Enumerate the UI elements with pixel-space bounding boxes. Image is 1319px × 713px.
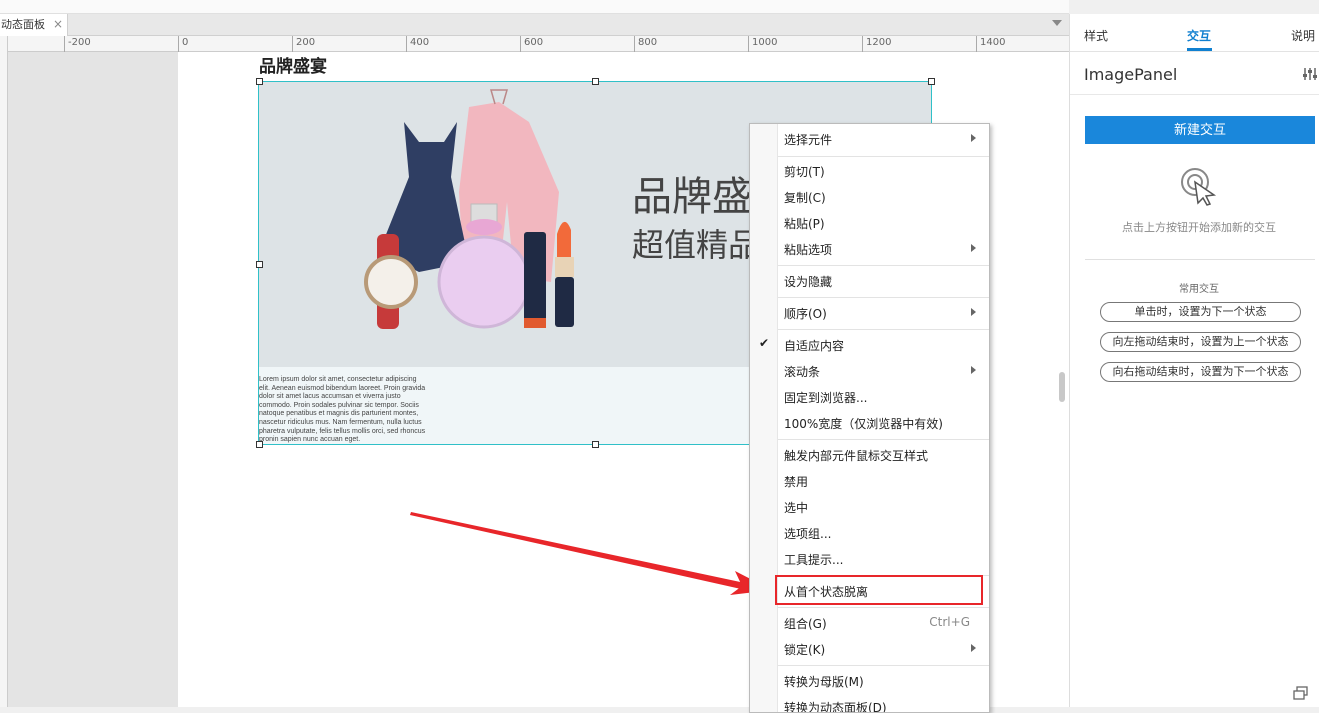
menu-item-select-widget[interactable]: 选择元件: [750, 125, 989, 151]
menu-item-full-width[interactable]: 100%宽度（仅浏览器中有效): [750, 409, 989, 435]
menu-item-order[interactable]: 顺序(O): [750, 299, 989, 325]
inspector-tabs: 样式 交互 说明: [1070, 14, 1319, 52]
menu-item-convert-dynamic-panel[interactable]: 转换为动态面板(D): [750, 693, 989, 712]
menu-item-convert-master[interactable]: 转换为母版(M): [750, 667, 989, 693]
widget-name[interactable]: ImagePanel: [1084, 65, 1177, 84]
submenu-arrow-icon: [971, 134, 976, 142]
submenu-arrow-icon: [971, 366, 976, 374]
tab-style[interactable]: 样式: [1084, 27, 1108, 44]
empty-hint-text: 点击上方按钮开始添加新的交互: [1122, 221, 1276, 234]
tap-gesture-icon: [1181, 168, 1217, 206]
menu-separator: [778, 439, 989, 440]
settings-sliders-icon[interactable]: [1303, 68, 1317, 80]
menu-item-pin-to-browser[interactable]: 固定到浏览器...: [750, 383, 989, 409]
menu-item-trigger-mouse-styles[interactable]: 触发内部元件鼠标交互样式: [750, 441, 989, 467]
common-interactions-label: 常用交互: [1179, 284, 1219, 295]
inspector-panel: 样式 交互 说明 ImagePanel 新建交互 点击上方按钮开始添加新的交互 …: [1069, 14, 1319, 707]
menu-separator: [778, 665, 989, 666]
common-interaction-swipe-right[interactable]: 向右拖动结束时，设置为下一个状态: [1100, 362, 1301, 382]
menu-item-fit-content[interactable]: ✔ 自适应内容: [750, 331, 989, 357]
panel-divider: [1085, 259, 1315, 260]
highlight-box: [775, 575, 983, 605]
context-menu: 选择元件 剪切(T) 复制(C) 粘贴(P) 粘贴选项 设为隐藏 顺序(O) ✔…: [749, 123, 990, 713]
active-tab-indicator: [1187, 48, 1212, 51]
panel-divider: [1070, 94, 1319, 95]
common-interaction-click[interactable]: 单击时，设置为下一个状态: [1100, 302, 1301, 322]
menu-item-copy[interactable]: 复制(C): [750, 183, 989, 209]
menu-item-cut[interactable]: 剪切(T): [750, 157, 989, 183]
menu-item-option-group[interactable]: 选项组...: [750, 519, 989, 545]
tab-notes[interactable]: 说明: [1291, 27, 1315, 44]
submenu-arrow-icon: [971, 308, 976, 316]
menu-item-disable[interactable]: 禁用: [750, 467, 989, 493]
checkmark-icon: ✔: [759, 336, 770, 350]
menu-separator: [778, 329, 989, 330]
menu-item-group[interactable]: 组合(G) Ctrl+G: [750, 609, 989, 635]
common-interaction-swipe-left[interactable]: 向左拖动结束时，设置为上一个状态: [1100, 332, 1301, 352]
menu-item-tooltip[interactable]: 工具提示...: [750, 545, 989, 571]
menu-separator: [778, 607, 989, 608]
menu-separator: [778, 265, 989, 266]
menu-separator: [778, 297, 989, 298]
restore-window-icon[interactable]: [1293, 686, 1309, 700]
menu-item-set-hidden[interactable]: 设为隐藏: [750, 267, 989, 293]
submenu-arrow-icon: [971, 644, 976, 652]
menu-item-paste-options[interactable]: 粘贴选项: [750, 235, 989, 261]
menu-item-paste[interactable]: 粘贴(P): [750, 209, 989, 235]
menu-item-scrollbar[interactable]: 滚动条: [750, 357, 989, 383]
menu-item-selected[interactable]: 选中: [750, 493, 989, 519]
tab-interaction[interactable]: 交互: [1187, 27, 1211, 44]
menu-item-lock[interactable]: 锁定(K): [750, 635, 989, 661]
shortcut-label: Ctrl+G: [929, 615, 970, 629]
submenu-arrow-icon: [971, 244, 976, 252]
new-interaction-button[interactable]: 新建交互: [1085, 116, 1315, 144]
